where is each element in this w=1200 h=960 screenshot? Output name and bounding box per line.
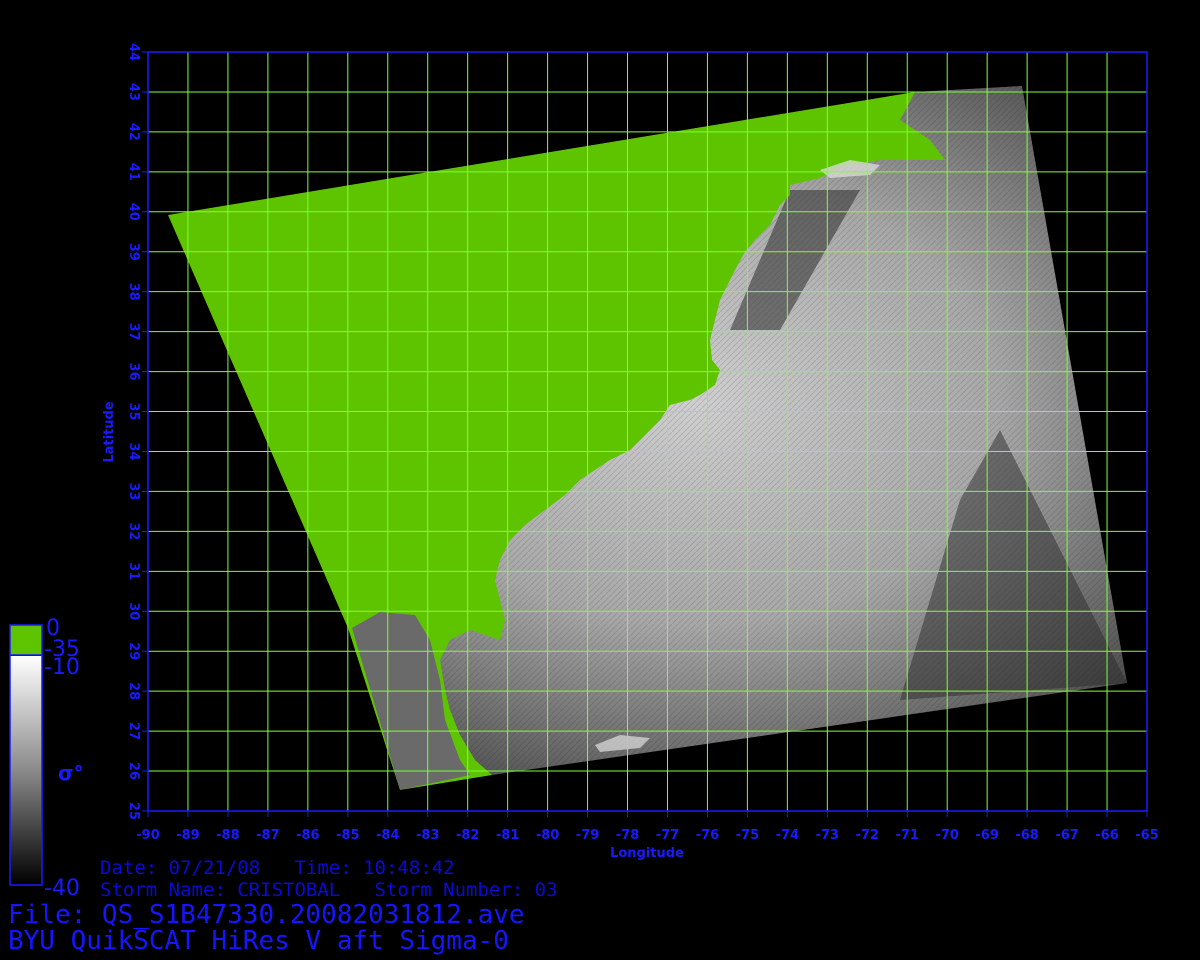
x-tick-label: -81 bbox=[496, 828, 520, 843]
y-tick-label: 44 bbox=[126, 43, 141, 61]
y-tick-label: 40 bbox=[126, 203, 141, 221]
x-tick-label: -83 bbox=[416, 828, 440, 843]
y-tick-label: 41 bbox=[126, 163, 141, 181]
colorbar-bottom-label: -40 bbox=[44, 876, 80, 901]
y-tick-label: 27 bbox=[126, 722, 141, 740]
x-tick-label: -68 bbox=[1015, 828, 1039, 843]
y-tick-label: 33 bbox=[126, 482, 141, 500]
y-tick-labels: 25 26 27 28 29 30 31 32 33 34 35 36 37 38 39 40 41 42 43 44 bbox=[126, 43, 148, 820]
x-tick-label: -78 bbox=[616, 828, 640, 843]
x-tick-label: -84 bbox=[376, 828, 400, 843]
y-tick-label: 34 bbox=[126, 442, 141, 460]
x-tick-label: -85 bbox=[336, 828, 360, 843]
x-tick-label: -69 bbox=[975, 828, 999, 843]
y-tick-label: 35 bbox=[126, 402, 141, 420]
x-tick-label: -66 bbox=[1095, 828, 1119, 843]
x-tick-label: -77 bbox=[656, 828, 680, 843]
x-tick-label: -87 bbox=[256, 828, 280, 843]
y-tick-label: 25 bbox=[126, 802, 141, 820]
x-tick-label: -70 bbox=[935, 828, 959, 843]
x-tick-label: -67 bbox=[1055, 828, 1079, 843]
swath-image bbox=[168, 86, 1127, 790]
y-tick-label: 36 bbox=[126, 363, 141, 381]
x-tick-label: -73 bbox=[816, 828, 840, 843]
x-tick-label: -86 bbox=[296, 828, 320, 843]
x-tick-label: -82 bbox=[456, 828, 480, 843]
x-tick-label: -65 bbox=[1135, 828, 1159, 843]
colorbar-green bbox=[10, 625, 42, 655]
x-tick-label: -90 bbox=[136, 828, 160, 843]
x-tick-label: -79 bbox=[576, 828, 600, 843]
x-tick-label: -89 bbox=[176, 828, 200, 843]
storm-line: Storm Name: CRISTOBAL Storm Number: 03 bbox=[100, 879, 558, 901]
x-tick-label: -76 bbox=[696, 828, 720, 843]
x-tick-label: -72 bbox=[856, 828, 880, 843]
colorbar-label-minus10: -10 bbox=[44, 655, 80, 680]
y-tick-label: 43 bbox=[126, 83, 141, 101]
x-tick-labels: -90 -89 -88 -87 -86 -85 -84 -83 -82 -81 -80 -79 -78 -… bbox=[136, 811, 1159, 843]
date-time-line: Date: 07/21/08 Time: 10:48:42 bbox=[100, 857, 455, 879]
y-tick-label: 28 bbox=[126, 682, 141, 700]
x-tick-label: -71 bbox=[895, 828, 919, 843]
sigma0-map: -90 -89 -88 -87 -86 -85 -84 -83 -82 -81 -80 -79 -78 -… bbox=[9, 43, 1159, 901]
y-axis-label: Latitude bbox=[102, 401, 117, 463]
y-tick-label: 39 bbox=[126, 243, 141, 261]
y-tick-label: 31 bbox=[126, 562, 141, 580]
y-tick-label: 30 bbox=[126, 602, 141, 620]
y-tick-label: 29 bbox=[126, 642, 141, 660]
x-tick-label: -80 bbox=[536, 828, 560, 843]
colorbar-symbol: σ° bbox=[58, 761, 84, 785]
y-tick-label: 26 bbox=[126, 762, 141, 780]
product-title: BYU QuikSCAT HiRes V aft Sigma-0 bbox=[8, 926, 509, 956]
x-tick-label: -88 bbox=[216, 828, 240, 843]
y-tick-label: 32 bbox=[126, 522, 141, 540]
y-tick-label: 37 bbox=[126, 323, 141, 341]
x-tick-label: -74 bbox=[776, 828, 800, 843]
colorbar: 0 -35 -10 σ° -40 bbox=[9, 616, 84, 901]
y-tick-label: 42 bbox=[126, 123, 141, 141]
y-tick-label: 38 bbox=[126, 283, 141, 301]
x-tick-label: -75 bbox=[736, 828, 760, 843]
colorbar-gradient bbox=[10, 656, 42, 885]
x-axis-label: Longitude bbox=[610, 846, 684, 861]
